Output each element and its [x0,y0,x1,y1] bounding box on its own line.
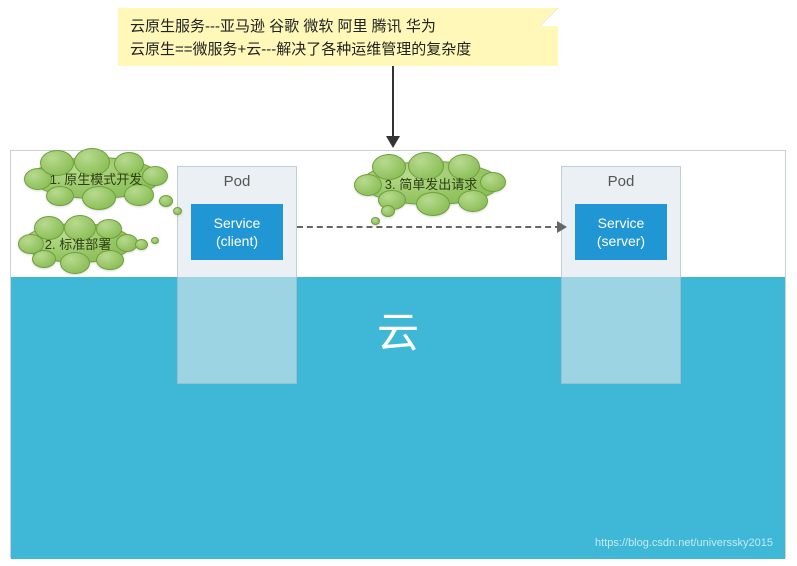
note-fold-icon [540,8,558,26]
thought-2-text: 2. 标准部署 [45,234,111,253]
diagram-frame: 云 https://blog.csdn.net/universsky2015 P… [10,150,786,558]
pod-server: Pod Service (server) [561,166,681,384]
thought-1-text: 1. 原生模式开发 [50,169,142,188]
request-arrow-line [297,226,561,228]
thought-2: 2. 标准部署 [23,223,133,263]
pod-client-label: Pod [178,173,296,190]
pod-client: Pod Service (client) [177,166,297,384]
note-line-2: 云原生==微服务+云---解决了各种运维管理的复杂度 [130,39,546,62]
thought-3: 3. 简单发出请求 [361,161,501,205]
service-server-role: (server) [575,232,667,250]
service-server-name: Service [575,214,667,232]
thought-1: 1. 原生模式开发 [31,157,161,199]
watermark-text: https://blog.csdn.net/universsky2015 [595,537,773,549]
arrow-shaft [392,66,394,141]
service-client-role: (client) [191,232,283,250]
note-line-1: 云原生服务---亚马逊 谷歌 微软 阿里 腾讯 华为 [130,16,546,39]
cloud-label: 云 [377,299,419,360]
request-arrow-head-icon [557,221,567,233]
pod-server-label: Pod [562,173,680,190]
arrow-down-icon [386,136,400,148]
service-client-box: Service (client) [191,204,283,260]
service-server-box: Service (server) [575,204,667,260]
sticky-note: 云原生服务---亚马逊 谷歌 微软 阿里 腾讯 华为 云原生==微服务+云---… [118,8,558,66]
thought-3-text: 3. 简单发出请求 [385,174,477,193]
service-client-name: Service [191,214,283,232]
